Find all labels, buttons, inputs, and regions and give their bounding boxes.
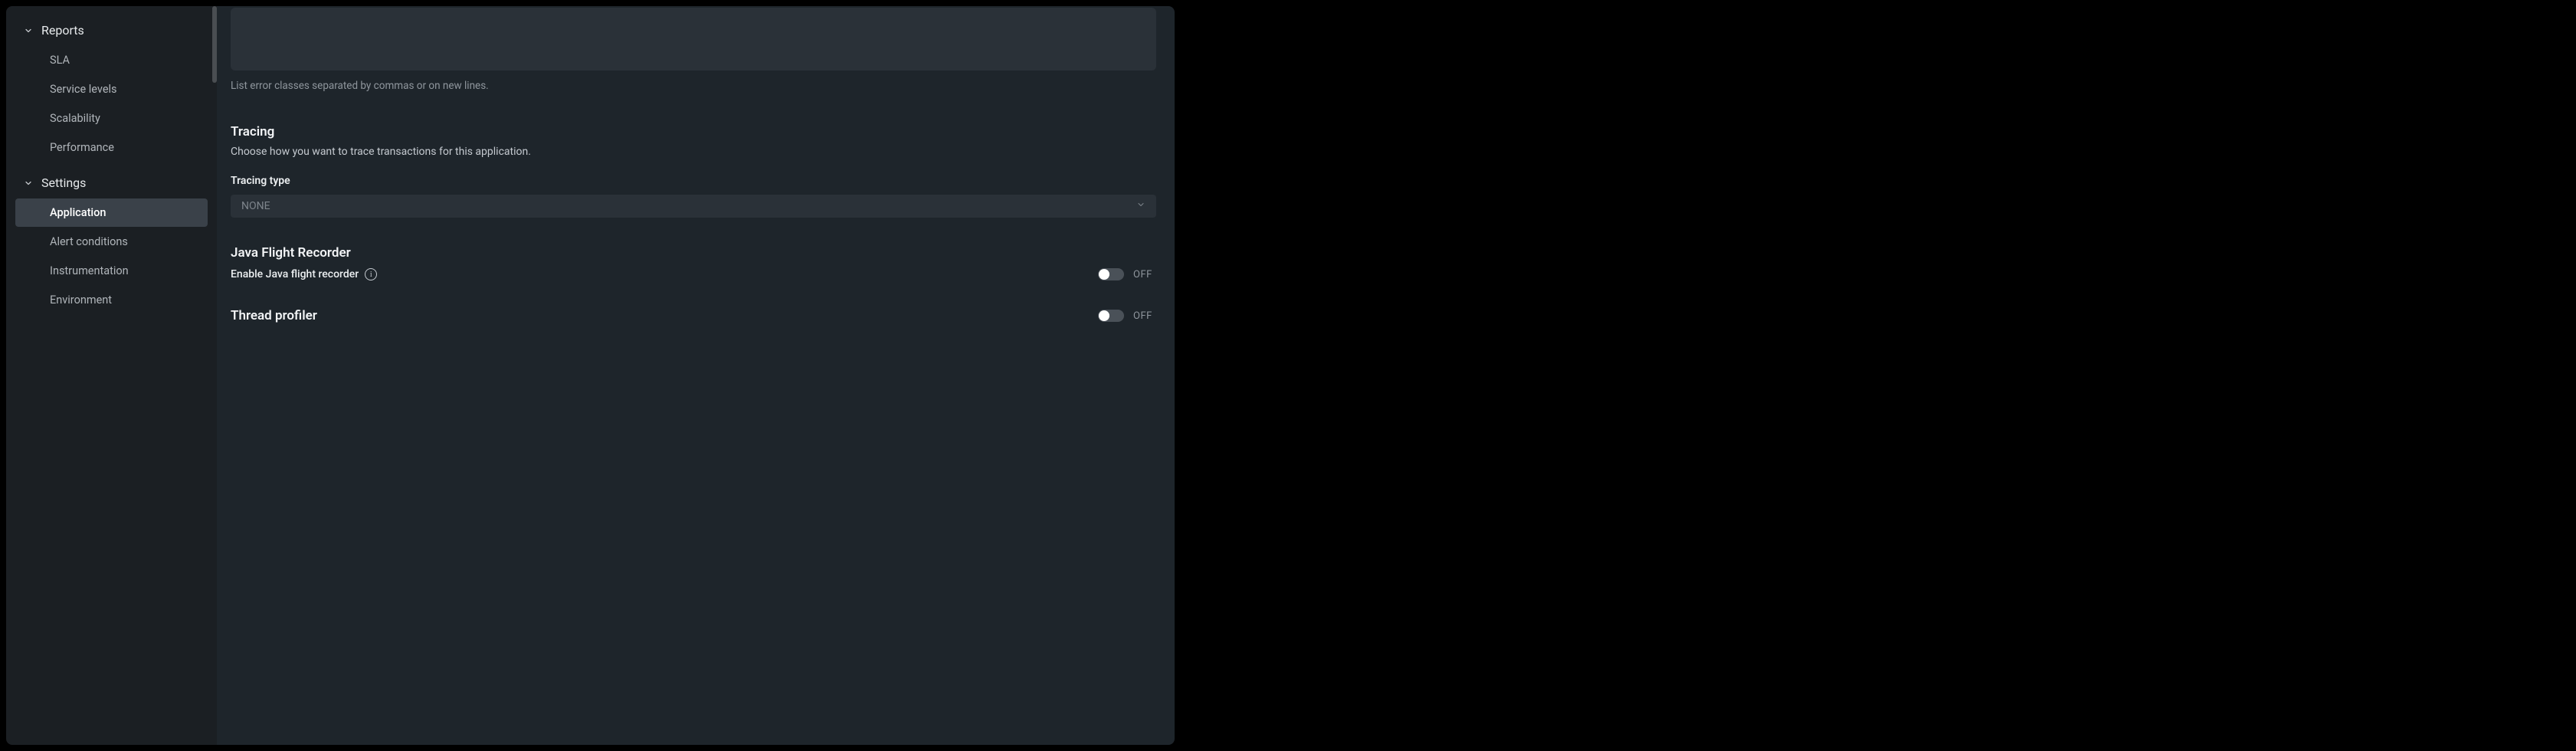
sidebar-item-label: Application: [50, 206, 106, 219]
section-title: Thread profiler: [231, 308, 317, 323]
sidebar-group-settings: Settings Application Alert conditions In…: [6, 168, 217, 314]
tracing-type-select[interactable]: NONE: [231, 195, 1156, 218]
sidebar-scrollbar[interactable]: [212, 6, 217, 83]
sidebar-item-scalability[interactable]: Scalability: [15, 104, 208, 133]
sidebar-item-sla[interactable]: SLA: [15, 46, 208, 74]
thread-profiler-toggle[interactable]: [1098, 310, 1124, 322]
section-description: Choose how you want to trace transaction…: [231, 146, 1156, 158]
jfr-toggle-label-wrap: Enable Java flight recorder i: [231, 268, 377, 280]
section-title: Tracing: [231, 124, 1156, 139]
sidebar-item-alert-conditions[interactable]: Alert conditions: [15, 228, 208, 256]
tracing-type-label: Tracing type: [231, 175, 1156, 187]
sidebar-item-label: Scalability: [50, 112, 100, 125]
sidebar: Reports SLA Service levels Scalability P…: [6, 6, 217, 745]
sidebar-item-label: Service levels: [50, 83, 117, 96]
jfr-toggle-label: Enable Java flight recorder: [231, 268, 359, 280]
error-classes-textarea[interactable]: [231, 8, 1156, 71]
sidebar-item-label: Alert conditions: [50, 235, 128, 248]
section-jfr: Java Flight Recorder Enable Java flight …: [231, 245, 1156, 280]
error-classes-helper: List error classes separated by commas o…: [231, 80, 1156, 92]
thread-profiler-row: Thread profiler OFF: [231, 308, 1156, 323]
section-thread-profiler: Thread profiler OFF: [231, 308, 1156, 323]
main-content: List error classes separated by commas o…: [217, 6, 1175, 745]
sidebar-group-header-reports[interactable]: Reports: [6, 15, 217, 45]
chevron-down-icon: [1136, 200, 1145, 212]
chevron-down-icon: [23, 178, 34, 189]
jfr-toggle-state: OFF: [1133, 269, 1156, 280]
sidebar-item-environment[interactable]: Environment: [15, 286, 208, 314]
right-blank-region: [1175, 6, 2558, 745]
sidebar-group-label: Reports: [41, 23, 84, 38]
thread-profiler-toggle-state: OFF: [1133, 310, 1156, 322]
info-icon[interactable]: i: [365, 268, 377, 280]
sidebar-item-performance[interactable]: Performance: [15, 133, 208, 162]
toggle-knob: [1099, 310, 1109, 321]
sidebar-item-label: Environment: [50, 294, 112, 307]
sidebar-item-label: SLA: [50, 54, 70, 67]
select-value: NONE: [241, 200, 270, 212]
sidebar-item-instrumentation[interactable]: Instrumentation: [15, 257, 208, 285]
sidebar-group-reports: Reports SLA Service levels Scalability P…: [6, 15, 217, 162]
sidebar-item-label: Performance: [50, 141, 114, 154]
jfr-toggle-row: Enable Java flight recorder i OFF: [231, 268, 1156, 280]
section-title: Java Flight Recorder: [231, 245, 1156, 261]
sidebar-item-application[interactable]: Application: [15, 198, 208, 227]
toggle-knob: [1099, 269, 1109, 280]
sidebar-group-label: Settings: [41, 175, 86, 190]
sidebar-group-header-settings[interactable]: Settings: [6, 168, 217, 198]
section-tracing: Tracing Choose how you want to trace tra…: [231, 124, 1156, 218]
jfr-toggle-wrap: OFF: [1098, 268, 1156, 280]
jfr-toggle[interactable]: [1098, 268, 1124, 280]
thread-profiler-toggle-wrap: OFF: [1098, 310, 1156, 322]
sidebar-item-service-levels[interactable]: Service levels: [15, 75, 208, 103]
chevron-down-icon: [23, 25, 34, 36]
sidebar-item-label: Instrumentation: [50, 264, 129, 277]
app-root: Reports SLA Service levels Scalability P…: [0, 0, 2576, 751]
